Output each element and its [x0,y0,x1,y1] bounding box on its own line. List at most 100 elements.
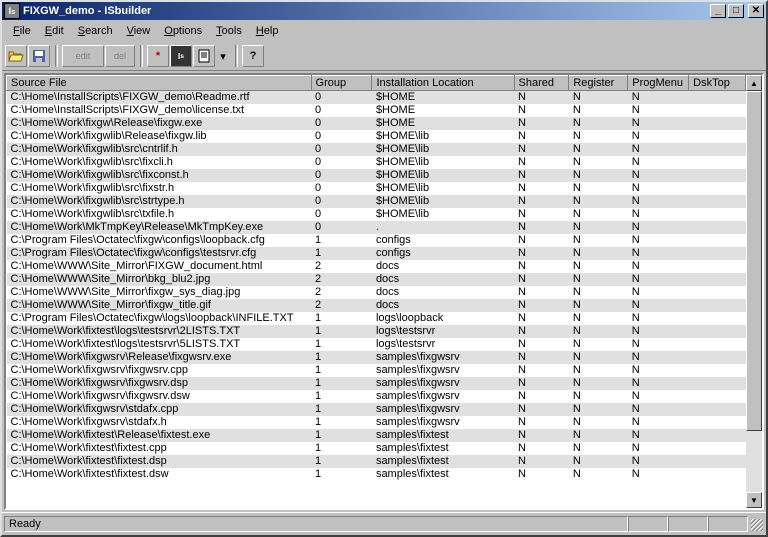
table-row[interactable]: C:\Home\Work\fixgwlib\Release\fixgw.lib0… [7,130,746,143]
table-row[interactable]: C:\Home\Work\fixgwlib\src\fixstr.h0$HOME… [7,182,746,195]
table-row[interactable]: C:\Home\Work\fixtest\fixtest.cpp1samples… [7,442,746,455]
table-row[interactable]: C:\Home\Work\fixtest\logs\testsrvr\5LIST… [7,338,746,351]
column-header-loc[interactable]: Installation Location [372,76,514,91]
table-row[interactable]: C:\Home\Work\fixgwsrv\fixgwsrv.dsp1sampl… [7,377,746,390]
table-row[interactable]: C:\Home\Work\fixgwlib\src\cntrlif.h0$HOM… [7,143,746,156]
table-row[interactable]: C:\Home\Work\fixgw\Release\fixgw.exe0$HO… [7,117,746,130]
table-row[interactable]: C:\Home\Work\fixgwsrv\fixgwsrv.dsw1sampl… [7,390,746,403]
table-row[interactable]: C:\Home\Work\fixgwlib\src\fixconst.h0$HO… [7,169,746,182]
column-header-src[interactable]: Source File [7,76,312,91]
window-title: FIXGW_demo - ISbuilder [23,5,708,17]
cell-shared: N [514,351,569,364]
cell-dsk [689,351,746,364]
table-header-row: Source FileGroupInstallation LocationSha… [7,76,746,91]
menu-search[interactable]: Search [71,24,120,38]
edit-button[interactable]: edit [62,45,104,67]
cell-grp: 1 [311,364,372,377]
menu-file[interactable]: File [6,24,38,38]
menu-tools[interactable]: Tools [209,24,249,38]
vertical-scrollbar[interactable]: ▲ ▼ [746,75,762,508]
cell-prog: N [628,338,689,351]
file-table[interactable]: Source FileGroupInstallation LocationSha… [6,75,746,481]
table-row[interactable]: C:\Home\Work\fixgwlib\src\strtype.h0$HOM… [7,195,746,208]
cell-shared: N [514,195,569,208]
scroll-up-button[interactable]: ▲ [746,75,762,91]
cell-src: C:\Home\Work\fixgwlib\src\fixstr.h [7,182,312,195]
cell-shared: N [514,286,569,299]
cell-shared: N [514,364,569,377]
open-button[interactable] [5,45,27,67]
table-row[interactable]: C:\Home\InstallScripts\FIXGW_demo\licens… [7,104,746,117]
title-bar[interactable]: Is FIXGW_demo - ISbuilder _ □ ✕ [2,2,766,20]
menu-view[interactable]: View [120,24,158,38]
menu-options[interactable]: Options [157,24,209,38]
cell-src: C:\Home\Work\fixgwsrv\stdafx.cpp [7,403,312,416]
is-button[interactable]: Is [170,45,192,67]
column-header-shared[interactable]: Shared [514,76,569,91]
column-header-grp[interactable]: Group [311,76,372,91]
cell-loc: samples\fixgwsrv [372,390,514,403]
cell-grp: 2 [311,286,372,299]
table-row[interactable]: C:\Home\Work\fixgwlib\src\fixcli.h0$HOME… [7,156,746,169]
table-row[interactable]: C:\Home\WWW\Site_Mirror\FIXGW_document.h… [7,260,746,273]
menu-help[interactable]: Help [249,24,286,38]
cell-loc: $HOME [372,104,514,117]
table-row[interactable]: C:\Home\Work\fixtest\logs\testsrvr\2LIST… [7,325,746,338]
table-row[interactable]: C:\Home\Work\fixgwsrv\stdafx.h1samples\f… [7,416,746,429]
cell-reg: N [569,312,628,325]
cell-reg: N [569,182,628,195]
cell-prog: N [628,351,689,364]
cell-reg: N [569,364,628,377]
cell-dsk [689,221,746,234]
scroll-down-button[interactable]: ▼ [746,492,762,508]
cell-prog: N [628,299,689,312]
cell-dsk [689,130,746,143]
table-row[interactable]: C:\Home\Work\fixtest\fixtest.dsw1samples… [7,468,746,481]
menu-edit[interactable]: Edit [38,24,71,38]
list-icon [197,49,211,63]
table-row[interactable]: C:\Home\InstallScripts\FIXGW_demo\Readme… [7,91,746,105]
cell-shared: N [514,416,569,429]
cell-reg: N [569,91,628,105]
table-row[interactable]: C:\Home\Work\MkTmpKey\Release\MkTmpKey.e… [7,221,746,234]
close-button[interactable]: ✕ [748,4,764,18]
cell-src: C:\Home\Work\fixgwsrv\Release\fixgwsrv.e… [7,351,312,364]
column-header-prog[interactable]: ProgMenu [628,76,689,91]
table-row[interactable]: C:\Program Files\Octatec\fixgw\configs\t… [7,247,746,260]
delete-button[interactable]: del [105,45,135,67]
cell-prog: N [628,156,689,169]
table-row[interactable]: C:\Home\Work\fixgwlib\src\txfile.h0$HOME… [7,208,746,221]
cell-src: C:\Home\Work\fixtest\Release\fixtest.exe [7,429,312,442]
cell-loc: docs [372,273,514,286]
resize-grip[interactable] [748,516,764,532]
cell-grp: 0 [311,221,372,234]
help-button[interactable]: ? [242,45,264,67]
new-item-button[interactable]: * [147,45,169,67]
list-button[interactable] [193,45,215,67]
scroll-thumb[interactable] [746,91,762,431]
table-row[interactable]: C:\Program Files\Octatec\fixgw\logs\loop… [7,312,746,325]
cell-src: C:\Home\InstallScripts\FIXGW_demo\Readme… [7,91,312,105]
save-button[interactable] [28,45,50,67]
app-icon[interactable]: Is [4,3,20,19]
table-row[interactable]: C:\Program Files\Octatec\fixgw\configs\l… [7,234,746,247]
table-row[interactable]: C:\Home\WWW\Site_Mirror\bkg_blu2.jpg2doc… [7,273,746,286]
table-row[interactable]: C:\Home\Work\fixgwsrv\stdafx.cpp1samples… [7,403,746,416]
save-icon [32,49,46,63]
table-row[interactable]: C:\Home\WWW\Site_Mirror\fixgw_title.gif2… [7,299,746,312]
cell-reg: N [569,325,628,338]
cell-loc: samples\fixtest [372,455,514,468]
table-row[interactable]: C:\Home\WWW\Site_Mirror\fixgw_sys_diag.j… [7,286,746,299]
dropdown-button[interactable]: ▾ [216,45,230,67]
table-row[interactable]: C:\Home\Work\fixtest\fixtest.dsp1samples… [7,455,746,468]
cell-loc: logs\testsrvr [372,325,514,338]
column-header-reg[interactable]: Register [569,76,628,91]
table-row[interactable]: C:\Home\Work\fixgwsrv\fixgwsrv.cpp1sampl… [7,364,746,377]
minimize-button[interactable]: _ [710,4,726,18]
cell-grp: 0 [311,91,372,105]
maximize-button[interactable]: □ [728,4,744,18]
table-row[interactable]: C:\Home\Work\fixtest\Release\fixtest.exe… [7,429,746,442]
scroll-track[interactable] [746,91,762,492]
column-header-dsk[interactable]: DskTop [689,76,746,91]
table-row[interactable]: C:\Home\Work\fixgwsrv\Release\fixgwsrv.e… [7,351,746,364]
